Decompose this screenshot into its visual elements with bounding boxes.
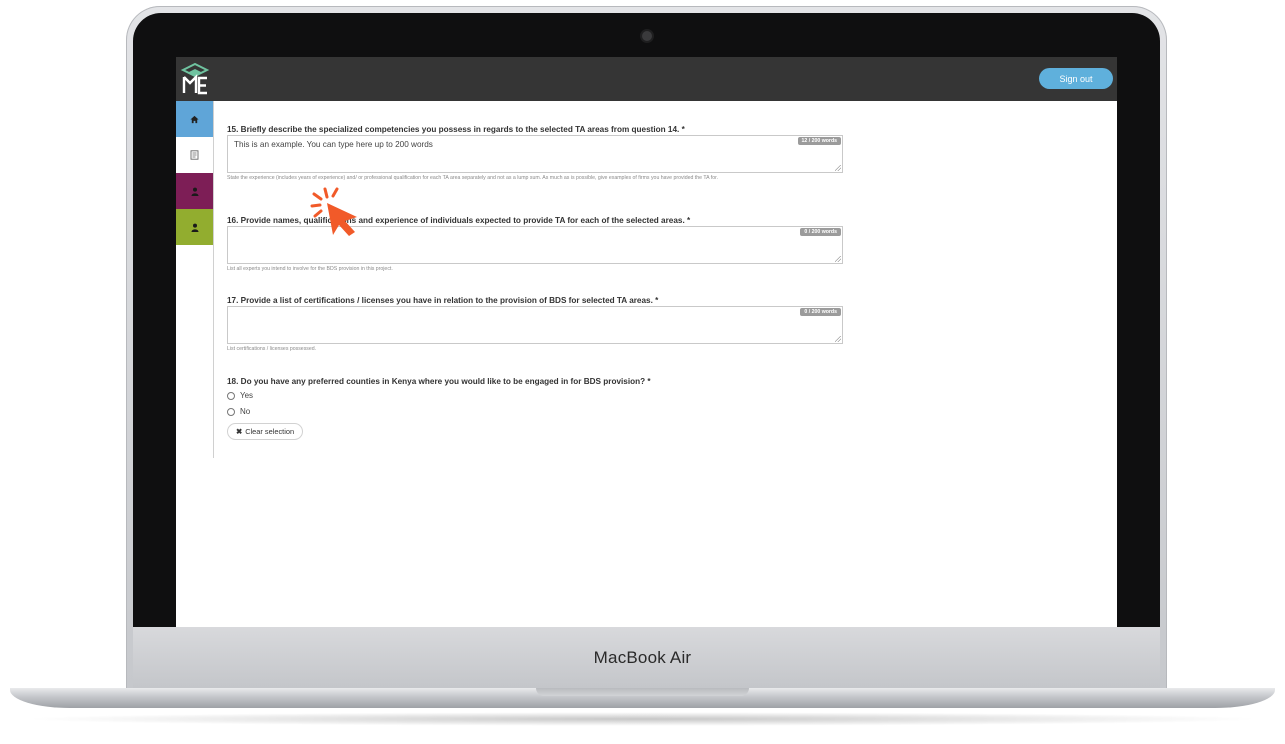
close-icon: ✖ xyxy=(236,427,243,436)
top-bar: Sign out xyxy=(176,57,1117,101)
word-count-badge: 0 / 200 words xyxy=(800,308,841,316)
side-nav xyxy=(176,101,214,458)
resize-handle-icon[interactable] xyxy=(835,336,841,342)
question-16-help: List all experts you intend to involve f… xyxy=(227,266,393,272)
home-icon xyxy=(190,115,199,123)
radio-option-no[interactable]: No xyxy=(227,407,250,416)
device-brand-label: MacBook Air xyxy=(593,648,692,667)
app-screen: Sign out 15. Briefly describe the specia… xyxy=(176,57,1117,627)
radio-button[interactable] xyxy=(227,407,235,416)
radio-option-yes[interactable]: Yes xyxy=(227,391,253,400)
app-logo-icon xyxy=(180,63,210,95)
radio-button[interactable] xyxy=(227,391,235,400)
question-17-help: List certifications / licenses possessed… xyxy=(227,346,317,352)
user-icon xyxy=(191,223,198,232)
radio-label: Yes xyxy=(240,391,254,400)
question-16-label: 16. Provide names, qualifications and ex… xyxy=(227,216,691,225)
clear-selection-button[interactable]: ✖ Clear selection xyxy=(227,423,304,440)
clear-selection-label: Clear selection xyxy=(245,427,295,436)
radio-label: No xyxy=(240,407,251,416)
sidebar-item-profile[interactable] xyxy=(176,173,213,209)
question-15-label: 15. Briefly describe the specialized com… xyxy=(227,125,685,134)
document-icon xyxy=(190,150,199,160)
laptop-notch xyxy=(536,688,749,696)
laptop-shadow xyxy=(20,712,1265,726)
question-15-textarea[interactable]: This is an example. You can type here up… xyxy=(227,135,843,173)
question-15-text: This is an example. You can type here up… xyxy=(234,140,433,149)
question-18-label: 18. Do you have any preferred counties i… xyxy=(227,377,651,386)
sidebar-item-home[interactable] xyxy=(176,101,213,137)
word-count-badge: 0 / 200 words xyxy=(800,228,841,236)
camera-icon xyxy=(642,31,652,41)
sidebar-item-documents[interactable] xyxy=(176,137,213,173)
user-icon xyxy=(191,187,198,196)
resize-handle-icon[interactable] xyxy=(835,256,841,262)
question-17-textarea[interactable]: 0 / 200 words xyxy=(227,306,843,344)
click-pointer-icon xyxy=(310,187,357,236)
word-count-badge: 12 / 200 words xyxy=(797,137,841,145)
sign-out-button[interactable]: Sign out xyxy=(1039,68,1113,89)
resize-handle-icon[interactable] xyxy=(835,165,841,171)
question-17-label: 17. Provide a list of certifications / l… xyxy=(227,296,659,305)
sidebar-item-account[interactable] xyxy=(176,209,213,245)
